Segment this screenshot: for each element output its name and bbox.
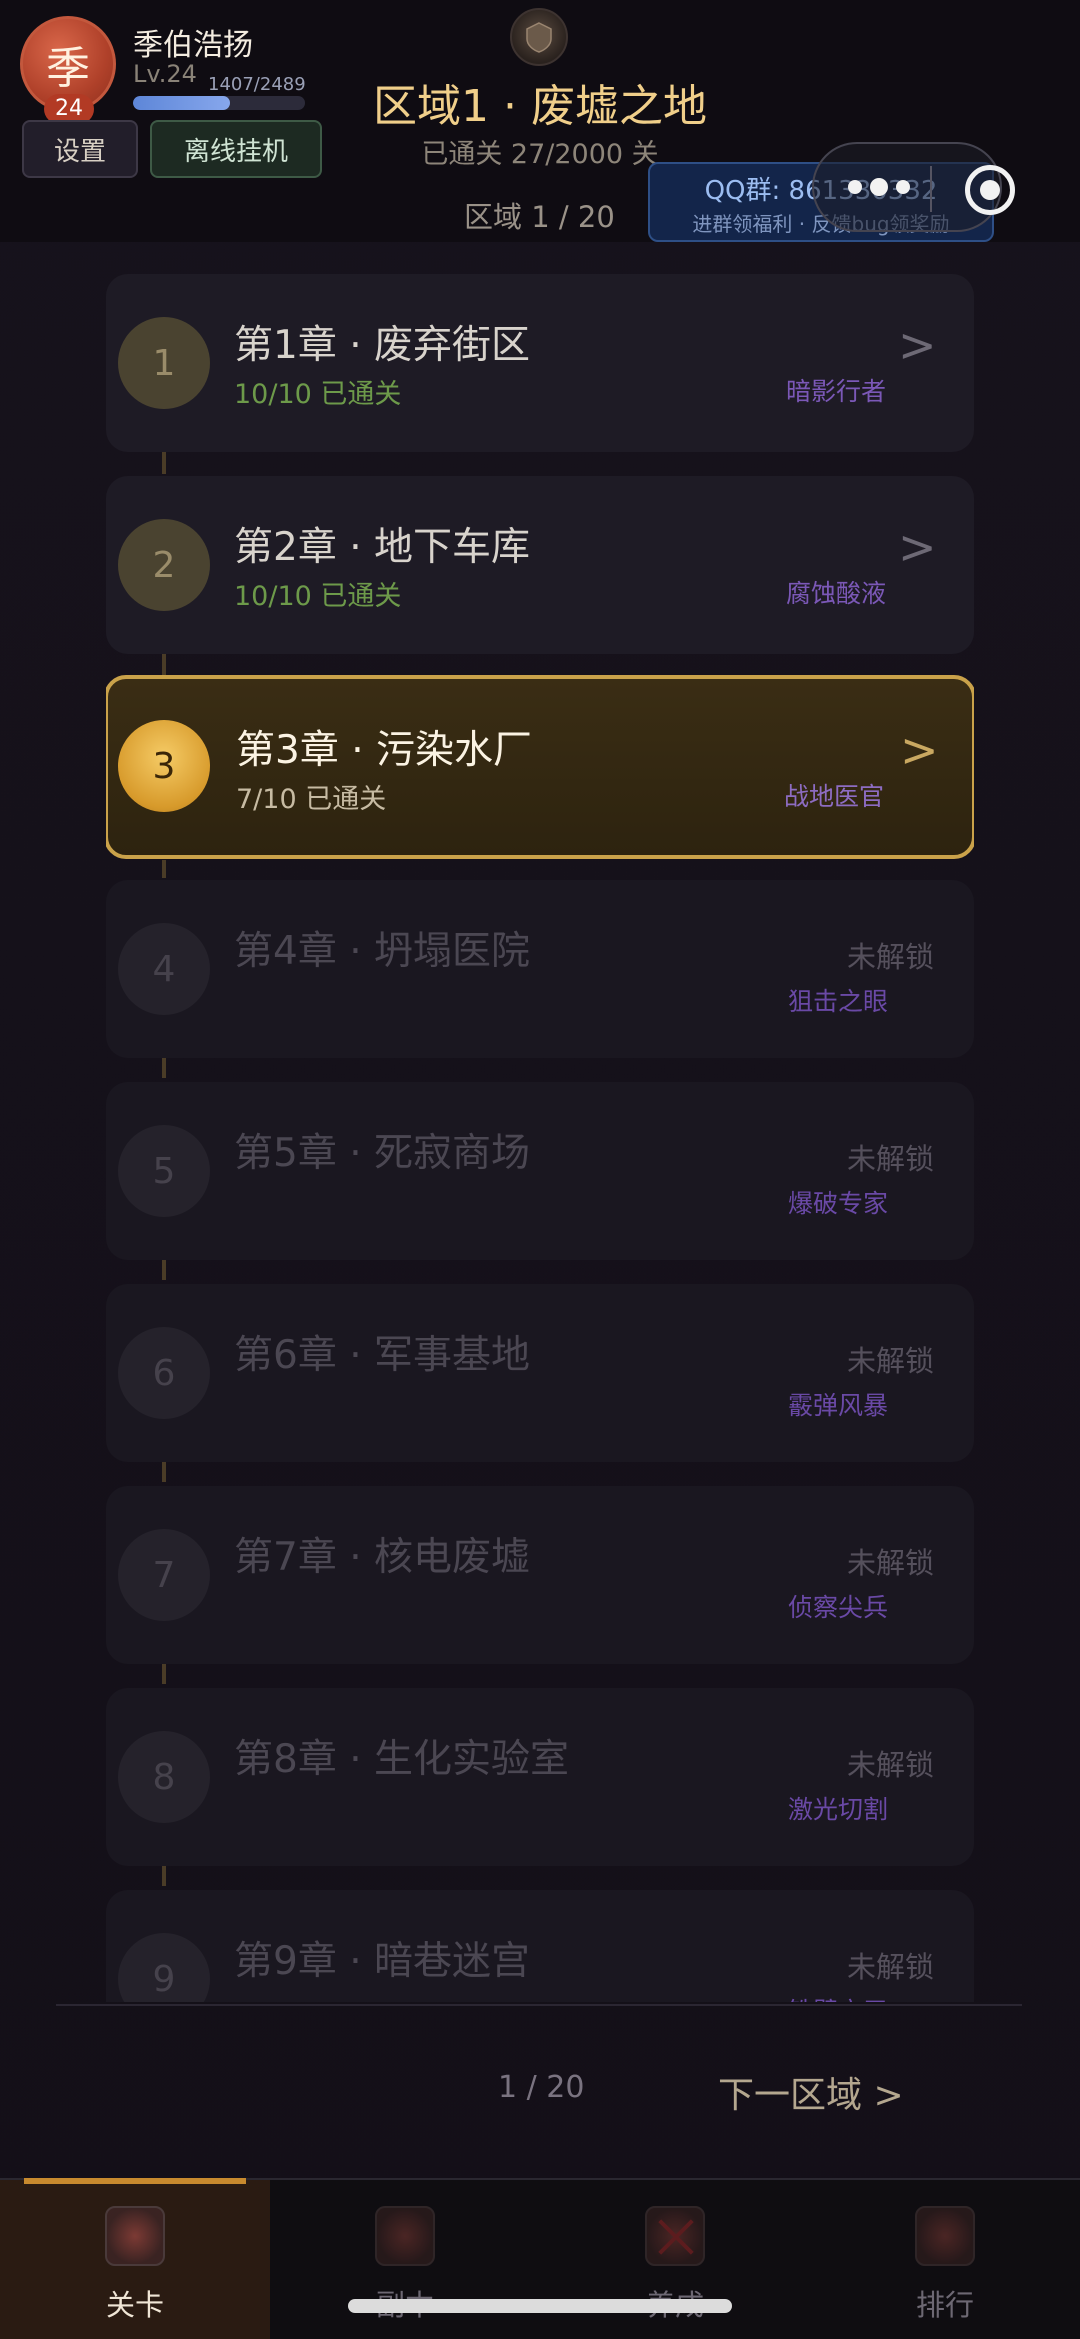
locked-label: 未解锁 <box>846 1950 934 1984</box>
tab-ranking[interactable]: 排行 <box>810 2180 1080 2339</box>
connector-line <box>162 1056 166 1078</box>
divider <box>56 2004 1022 2006</box>
connector-line <box>162 1258 166 1280</box>
top-header: 季 24 季伯浩扬 Lv.24 1407/2489 设置 离线挂机 区域1 · … <box>0 0 1080 242</box>
chapter-name: 第5章 · 死寂商场 <box>234 1131 531 1176</box>
chapter-name: 第2章 · 地下车库 <box>234 525 531 570</box>
chapter-number: 8 <box>118 1731 210 1823</box>
chapter-card-1[interactable]: 1 第1章 · 废弃街区 10/10 已通关 暗影行者 > <box>106 274 974 452</box>
chapter-card-5[interactable]: 5 第5章 · 死寂商场 未解锁 爆破专家 <box>106 1082 974 1260</box>
chapter-reward: 铁壁守卫 <box>788 1992 888 2002</box>
tab-label: 关卡 <box>105 2288 164 2322</box>
dungeon-icon <box>375 2206 435 2266</box>
chevron-right-icon: > <box>900 723 939 777</box>
upgrade-icon <box>645 2206 705 2266</box>
chapter-card-9[interactable]: 9 第9章 · 暗巷迷宫 未解锁 铁壁守卫 <box>106 1890 974 2002</box>
chapter-name: 第1章 · 废弃街区 <box>234 323 531 368</box>
chapter-name: 第7章 · 核电废墟 <box>234 1535 531 1580</box>
chevron-right-icon: > <box>898 520 937 574</box>
chapter-number: 1 <box>118 317 210 409</box>
chapter-reward: 暗影行者 <box>785 377 886 406</box>
tab-upgrade[interactable]: 养成 <box>540 2180 810 2339</box>
ranking-icon <box>915 2206 975 2266</box>
close-icon[interactable] <box>965 165 1015 215</box>
chapter-number: 2 <box>118 519 210 611</box>
locked-label: 未解锁 <box>846 1344 934 1378</box>
connector-line <box>162 860 166 878</box>
chapter-reward: 激光切割 <box>787 1795 888 1824</box>
chevron-right-icon: > <box>898 318 937 372</box>
chapter-status: 7/10 已通关 <box>236 784 387 815</box>
more-icon[interactable] <box>848 172 910 202</box>
chapter-card-8[interactable]: 8 第8章 · 生化实验室 未解锁 激光切割 <box>106 1688 974 1866</box>
capsule-divider <box>930 166 932 212</box>
chapter-number: 5 <box>118 1125 210 1217</box>
chapter-status: 10/10 已通关 <box>234 379 402 410</box>
chapter-number: 9 <box>118 1933 210 2002</box>
connector-line <box>162 1460 166 1482</box>
chapter-number: 4 <box>118 923 210 1015</box>
region-index: 区域 1 / 20 <box>464 200 615 234</box>
stage-icon <box>105 2206 165 2266</box>
chapter-reward: 战地医官 <box>783 782 884 811</box>
locked-label: 未解锁 <box>846 1748 934 1782</box>
connector-line <box>162 1662 166 1684</box>
chapter-name: 第8章 · 生化实验室 <box>234 1737 570 1782</box>
next-region-button[interactable]: 下一区域 > <box>718 2066 904 2118</box>
chapter-reward: 腐蚀酸液 <box>785 579 886 608</box>
bottom-tab-bar: 关卡 副本 养成 排行 <box>0 2178 1080 2339</box>
connector-line <box>162 452 166 474</box>
chapter-status: 10/10 已通关 <box>234 581 402 612</box>
chapter-number: 7 <box>118 1529 210 1621</box>
chapter-card-4[interactable]: 4 第4章 · 坍塌医院 未解锁 狙击之眼 <box>106 880 974 1058</box>
chapter-number: 6 <box>118 1327 210 1419</box>
page-indicator: 1 / 20 <box>498 2070 585 2105</box>
chapter-name: 第9章 · 暗巷迷宫 <box>234 1939 531 1984</box>
chapter-name: 第4章 · 坍塌医院 <box>234 929 531 974</box>
region-emblem-icon <box>510 8 568 66</box>
chapter-reward: 霰弹风暴 <box>787 1391 888 1420</box>
tab-label: 排行 <box>915 2288 974 2322</box>
tab-stage[interactable]: 关卡 <box>0 2178 270 2339</box>
region-title: 区域1 · 废墟之地 <box>373 81 707 132</box>
miniprogram-capsule <box>812 142 1015 232</box>
chapter-card-6[interactable]: 6 第6章 · 军事基地 未解锁 霰弹风暴 <box>106 1284 974 1462</box>
chapter-reward: 爆破专家 <box>787 1189 888 1218</box>
username: 季伯浩扬 <box>133 28 253 63</box>
tab-dungeon[interactable]: 副本 <box>270 2180 540 2339</box>
chapter-number: 3 <box>118 720 210 812</box>
chapter-name: 第6章 · 军事基地 <box>234 1333 531 1378</box>
locked-label: 未解锁 <box>846 940 934 974</box>
chapter-card-7[interactable]: 7 第7章 · 核电废墟 未解锁 侦察尖兵 <box>106 1486 974 1664</box>
chapter-name: 第3章 · 污染水厂 <box>236 728 533 773</box>
locked-label: 未解锁 <box>846 1546 934 1580</box>
chapter-card-2[interactable]: 2 第2章 · 地下车库 10/10 已通关 腐蚀酸液 > <box>106 476 974 654</box>
chapter-reward: 侦察尖兵 <box>787 1593 888 1622</box>
locked-label: 未解锁 <box>846 1142 934 1176</box>
chapter-reward: 狙击之眼 <box>787 987 888 1016</box>
active-tab-indicator <box>24 2178 246 2184</box>
home-indicator[interactable] <box>348 2299 732 2313</box>
chapter-list[interactable]: 1 第1章 · 废弃街区 10/10 已通关 暗影行者 > 2 第2章 · 地下… <box>106 272 974 2002</box>
connector-line <box>162 1864 166 1886</box>
connector-line <box>162 654 166 676</box>
chapter-card-3[interactable]: 3 第3章 · 污染水厂 7/10 已通关 战地医官 > <box>106 675 974 859</box>
